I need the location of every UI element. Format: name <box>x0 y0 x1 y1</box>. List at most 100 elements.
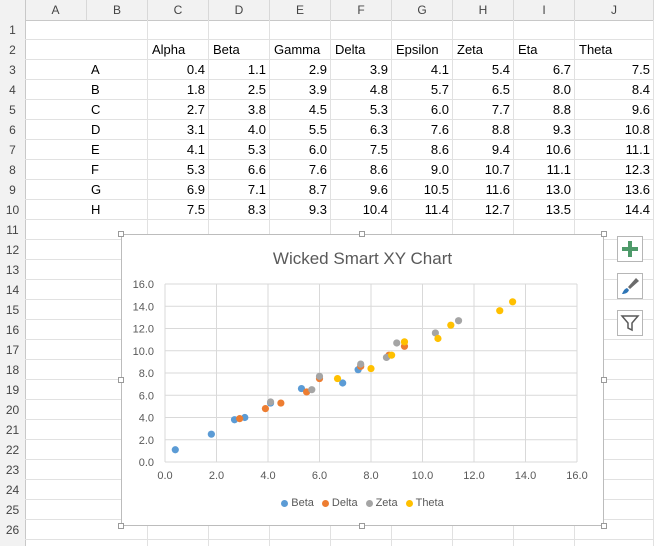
row-header-19[interactable]: 19 <box>0 380 25 400</box>
row-header-10[interactable]: 10 <box>0 200 25 220</box>
row-header-11[interactable]: 11 <box>0 220 25 240</box>
data-cell[interactable]: 7.5 <box>575 60 654 80</box>
column-header-g[interactable]: G <box>392 0 453 20</box>
row-label-cell[interactable]: F <box>87 160 148 180</box>
column-header-h[interactable]: H <box>453 0 514 20</box>
data-cell[interactable]: 7.6 <box>270 160 331 180</box>
data-cell[interactable]: 4.8 <box>331 80 392 100</box>
data-cell[interactable]: 3.1 <box>148 120 209 140</box>
data-cell[interactable]: 8.7 <box>270 180 331 200</box>
data-cell[interactable]: 7.5 <box>148 200 209 220</box>
data-cell[interactable]: 5.4 <box>453 60 514 80</box>
legend-item-zeta[interactable]: Zeta <box>365 497 398 509</box>
select-all-corner[interactable] <box>0 0 26 20</box>
column-header-j[interactable]: J <box>575 0 654 20</box>
row-header-26[interactable]: 26 <box>0 520 25 540</box>
data-cell[interactable]: 9.0 <box>392 160 453 180</box>
data-cell[interactable]: 5.5 <box>270 120 331 140</box>
chart-plot[interactable]: 0.0 2.0 4.0 6.0 8.0 10.0 12.0 14.0 16.0 0.0 2.0 4.0… <box>122 235 603 525</box>
row-header-16[interactable]: 16 <box>0 320 25 340</box>
data-cell[interactable]: 10.6 <box>514 140 575 160</box>
column-header-f[interactable]: F <box>331 0 392 20</box>
data-cell[interactable]: 5.3 <box>148 160 209 180</box>
row-label-cell[interactable]: H <box>87 200 148 220</box>
data-cell[interactable]: 3.9 <box>331 60 392 80</box>
row-header-2[interactable]: 2 <box>0 40 25 60</box>
column-header-i[interactable]: I <box>514 0 575 20</box>
resize-handle[interactable] <box>118 523 124 529</box>
data-cell[interactable]: 8.3 <box>209 200 270 220</box>
data-cell[interactable]: 14.4 <box>575 200 654 220</box>
resize-handle[interactable] <box>601 377 607 383</box>
row-label-cell[interactable]: G <box>87 180 148 200</box>
row-header-25[interactable]: 25 <box>0 500 25 520</box>
data-cell[interactable]: 0.4 <box>148 60 209 80</box>
row-label-cell[interactable]: C <box>87 100 148 120</box>
row-header-23[interactable]: 23 <box>0 460 25 480</box>
column-header-d[interactable]: D <box>209 0 270 20</box>
data-cell[interactable]: 13.6 <box>575 180 654 200</box>
header-cell-delta[interactable]: Delta <box>331 40 392 60</box>
data-cell[interactable]: 8.0 <box>514 80 575 100</box>
data-cell[interactable]: 4.1 <box>392 60 453 80</box>
data-cell[interactable]: 10.7 <box>453 160 514 180</box>
header-cell-theta[interactable]: Theta <box>575 40 654 60</box>
data-cell[interactable]: 6.3 <box>331 120 392 140</box>
data-cell[interactable]: 2.5 <box>209 80 270 100</box>
column-header-a[interactable]: A <box>25 0 87 20</box>
data-cell[interactable]: 7.7 <box>453 100 514 120</box>
data-cell[interactable]: 7.1 <box>209 180 270 200</box>
data-cell[interactable]: 12.7 <box>453 200 514 220</box>
resize-handle[interactable] <box>601 523 607 529</box>
data-cell[interactable]: 6.5 <box>453 80 514 100</box>
row-header-8[interactable]: 8 <box>0 160 25 180</box>
header-cell-alpha[interactable]: Alpha <box>148 40 209 60</box>
row-header-17[interactable]: 17 <box>0 340 25 360</box>
data-cell[interactable]: 2.7 <box>148 100 209 120</box>
header-cell-beta[interactable]: Beta <box>209 40 270 60</box>
data-cell[interactable]: 4.1 <box>148 140 209 160</box>
data-cell[interactable]: 8.6 <box>392 140 453 160</box>
data-cell[interactable]: 5.3 <box>209 140 270 160</box>
data-cell[interactable]: 8.8 <box>514 100 575 120</box>
row-header-1[interactable]: 1 <box>0 20 25 40</box>
data-cell[interactable]: 11.1 <box>514 160 575 180</box>
data-cell[interactable]: 10.5 <box>392 180 453 200</box>
data-cell[interactable]: 11.1 <box>575 140 654 160</box>
row-header-21[interactable]: 21 <box>0 420 25 440</box>
chart-area[interactable]: Wicked Smart XY Chart 0.0 2.0 4.0 6.0 8.0 10.… <box>121 234 604 526</box>
header-cell-zeta[interactable]: Zeta <box>453 40 514 60</box>
legend-item-delta[interactable]: Delta <box>321 497 358 509</box>
header-cell-gamma[interactable]: Gamma <box>270 40 331 60</box>
resize-handle[interactable] <box>118 377 124 383</box>
row-label-cell[interactable]: A <box>87 60 148 80</box>
row-header-13[interactable]: 13 <box>0 260 25 280</box>
data-cell[interactable]: 6.0 <box>270 140 331 160</box>
chart-elements-button[interactable] <box>617 236 643 262</box>
chart-filters-button[interactable] <box>617 310 643 336</box>
resize-handle[interactable] <box>359 231 365 237</box>
row-header-20[interactable]: 20 <box>0 400 25 420</box>
row-label-cell[interactable]: E <box>87 140 148 160</box>
data-cell[interactable]: 1.8 <box>148 80 209 100</box>
row-header-22[interactable]: 22 <box>0 440 25 460</box>
row-header-5[interactable]: 5 <box>0 100 25 120</box>
data-cell[interactable]: 4.5 <box>270 100 331 120</box>
row-label-cell[interactable]: D <box>87 120 148 140</box>
header-cell-eta[interactable]: Eta <box>514 40 575 60</box>
data-cell[interactable]: 13.5 <box>514 200 575 220</box>
data-cell[interactable]: 9.4 <box>453 140 514 160</box>
legend-item-beta[interactable]: Beta <box>281 497 314 509</box>
data-cell[interactable]: 9.3 <box>514 120 575 140</box>
chart-styles-button[interactable] <box>617 273 643 299</box>
data-cell[interactable]: 5.7 <box>392 80 453 100</box>
chart-legend[interactable]: Beta Delta Zeta Theta <box>122 497 603 509</box>
data-cell[interactable]: 8.8 <box>453 120 514 140</box>
data-cell[interactable]: 7.5 <box>331 140 392 160</box>
data-cell[interactable]: 10.4 <box>331 200 392 220</box>
data-cell[interactable]: 10.8 <box>575 120 654 140</box>
data-cell[interactable]: 12.3 <box>575 160 654 180</box>
data-cell[interactable]: 9.6 <box>575 100 654 120</box>
header-cell-epsilon[interactable]: Epsilon <box>392 40 453 60</box>
legend-item-theta[interactable]: Theta <box>405 497 444 509</box>
